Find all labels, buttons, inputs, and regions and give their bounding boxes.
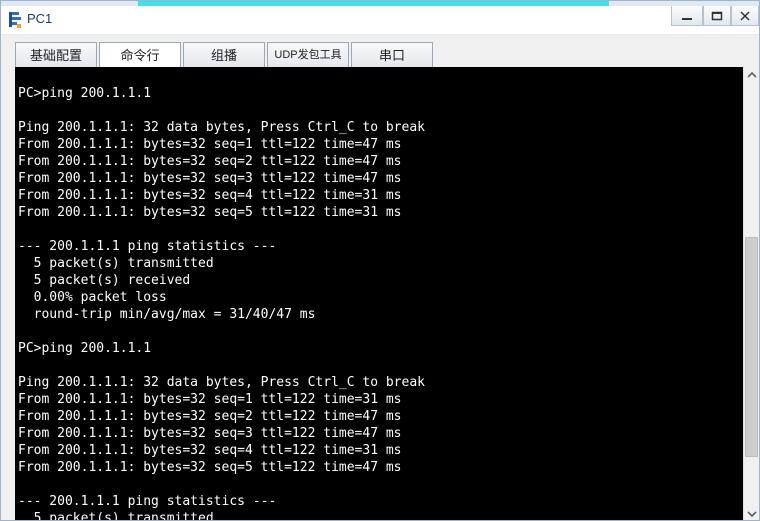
pc-app-icon	[7, 11, 23, 29]
tab-multicast[interactable]: 组播	[183, 42, 265, 67]
terminal-scrollbar[interactable]	[743, 67, 759, 520]
app-window: PC1 _ □ X 基础配置 命令行 组播 UDP发包工具 串口	[0, 0, 760, 521]
tab-command-line[interactable]: 命令行	[99, 42, 181, 67]
scroll-thumb[interactable]	[745, 237, 758, 457]
close-icon	[740, 10, 750, 21]
chevron-up-icon	[747, 71, 757, 78]
scroll-down-button[interactable]	[744, 505, 759, 520]
tab-udp-tool[interactable]: UDP发包工具	[267, 42, 349, 67]
command-line-terminal[interactable]: Invalid command. PC>ping 200.1.1.1 Ping …	[15, 67, 743, 521]
chevron-down-icon	[747, 511, 757, 518]
tab-bar: 基础配置 命令行 组播 UDP发包工具 串口	[1, 35, 759, 67]
minimize-button[interactable]: _	[671, 6, 703, 26]
minimize-icon	[682, 17, 692, 20]
terminal-output: Invalid command. PC>ping 200.1.1.1 Ping …	[18, 86, 425, 521]
close-button[interactable]: X	[731, 6, 759, 26]
maximize-button[interactable]: □	[703, 6, 731, 26]
maximize-icon	[711, 11, 723, 20]
title-bar[interactable]: PC1 _ □ X	[1, 6, 759, 35]
scroll-up-button[interactable]	[744, 67, 759, 84]
tab-basic-config[interactable]: 基础配置	[15, 42, 97, 67]
tab-serial-port[interactable]: 串口	[351, 42, 433, 67]
window-title: PC1	[27, 11, 53, 26]
